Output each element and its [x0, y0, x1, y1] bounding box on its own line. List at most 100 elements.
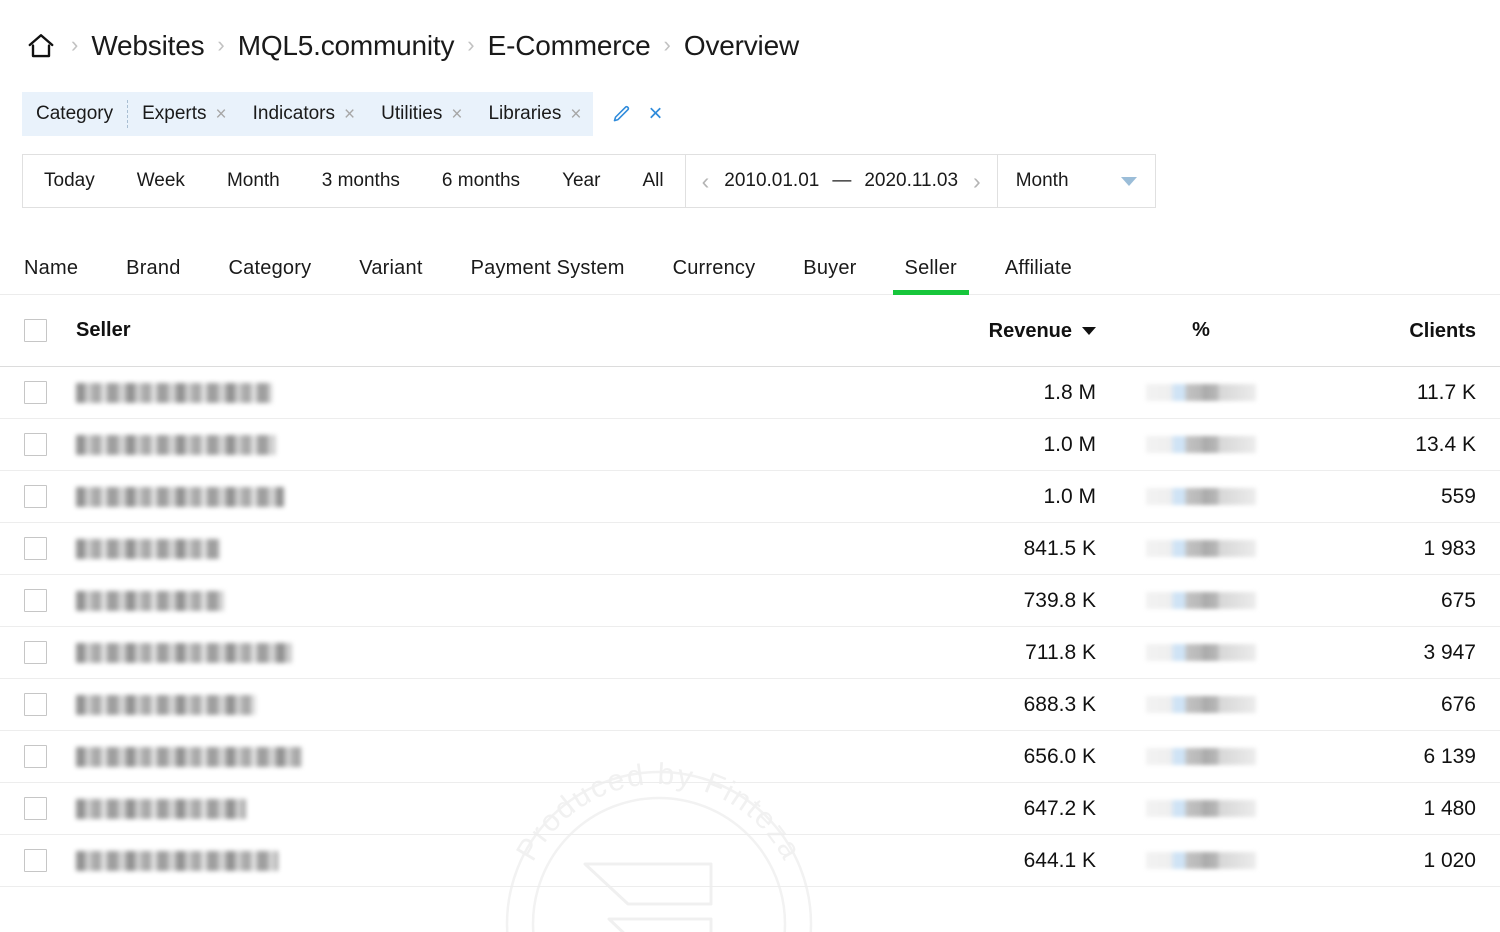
row-revenue-cell: 656.0 K — [826, 745, 1096, 769]
sort-desc-icon[interactable] — [1082, 327, 1096, 335]
date-range-picker[interactable]: ‹ 2010.01.01 — 2020.11.03 › — [685, 155, 997, 207]
filter-chip-libraries[interactable]: Libraries × — [474, 92, 593, 136]
date-range-toolbar: Today Week Month 3 months 6 months Year … — [22, 154, 1156, 208]
filter-chip-utilities[interactable]: Utilities × — [367, 92, 474, 136]
tab-seller[interactable]: Seller — [881, 257, 981, 294]
table-row[interactable]: 1.0 M559 — [0, 471, 1500, 523]
filter-actions: × — [593, 102, 662, 126]
row-seller-cell[interactable] — [76, 591, 826, 611]
header-clients-cell[interactable]: Clients — [1306, 319, 1476, 343]
header-revenue-cell[interactable]: Revenue — [826, 319, 1096, 343]
row-seller-cell[interactable] — [76, 747, 826, 767]
filter-chip-experts[interactable]: Experts × — [128, 92, 239, 136]
tab-affiliate[interactable]: Affiliate — [981, 257, 1096, 294]
row-percent-cell — [1096, 488, 1306, 505]
filter-bar: Category Experts × Indicators × Utilitie… — [22, 92, 662, 136]
next-period-icon[interactable]: › — [971, 170, 983, 193]
header-percent-cell[interactable]: % — [1096, 319, 1306, 342]
row-seller-cell[interactable] — [76, 799, 826, 819]
row-checkbox[interactable] — [24, 433, 47, 456]
row-select-cell — [24, 485, 76, 508]
header-seller-cell[interactable]: Seller — [76, 319, 826, 342]
tab-currency[interactable]: Currency — [649, 257, 780, 294]
prev-period-icon[interactable]: ‹ — [700, 170, 712, 193]
row-select-cell — [24, 381, 76, 404]
chevron-down-icon[interactable] — [1121, 177, 1137, 186]
date-from[interactable]: 2010.01.01 — [724, 170, 819, 192]
row-percent-cell — [1096, 644, 1306, 661]
tab-payment-system[interactable]: Payment System — [447, 257, 649, 294]
table-row[interactable]: 841.5 K1 983 — [0, 523, 1500, 575]
range-year[interactable]: Year — [541, 155, 621, 207]
row-checkbox[interactable] — [24, 589, 47, 612]
table-row[interactable]: 739.8 K675 — [0, 575, 1500, 627]
table-row[interactable]: 656.0 K6 139 — [0, 731, 1500, 783]
row-percent-cell — [1096, 436, 1306, 453]
row-seller-cell[interactable] — [76, 643, 826, 663]
table-row[interactable]: 688.3 K676 — [0, 679, 1500, 731]
row-checkbox[interactable] — [24, 641, 47, 664]
breadcrumb-item-overview[interactable]: Overview — [684, 30, 799, 62]
breadcrumb-item-e-commerce[interactable]: E-Commerce — [488, 30, 651, 62]
range-today[interactable]: Today — [23, 155, 116, 207]
table-row[interactable]: 1.0 M13.4 K — [0, 419, 1500, 471]
percent-value-redacted — [1146, 748, 1256, 765]
row-seller-cell[interactable] — [76, 539, 826, 559]
breadcrumb-item-mql5-community[interactable]: MQL5.community — [238, 30, 455, 62]
select-all-checkbox[interactable] — [24, 319, 47, 342]
date-to[interactable]: 2020.11.03 — [864, 170, 958, 192]
range-6-months[interactable]: 6 months — [421, 155, 541, 207]
row-seller-cell[interactable] — [76, 435, 826, 455]
row-seller-cell[interactable] — [76, 851, 826, 871]
table-row[interactable]: 644.1 K1 020 — [0, 835, 1500, 887]
tab-brand[interactable]: Brand — [102, 257, 204, 294]
range-month[interactable]: Month — [206, 155, 301, 207]
row-seller-cell[interactable] — [76, 383, 826, 403]
row-clients-cell: 1 480 — [1306, 797, 1476, 821]
range-all[interactable]: All — [621, 155, 684, 207]
header-percent-label: % — [1192, 319, 1210, 342]
row-checkbox[interactable] — [24, 693, 47, 716]
row-revenue-cell: 841.5 K — [826, 537, 1096, 561]
tab-category[interactable]: Category — [205, 257, 336, 294]
filter-chip-remove-icon[interactable]: × — [451, 105, 462, 124]
row-seller-cell[interactable] — [76, 695, 826, 715]
breadcrumb-item-websites[interactable]: Websites — [91, 30, 204, 62]
row-seller-cell[interactable] — [76, 487, 826, 507]
header-revenue-sort[interactable]: Revenue — [989, 320, 1096, 343]
range-week[interactable]: Week — [116, 155, 206, 207]
table-row[interactable]: 711.8 K3 947 — [0, 627, 1500, 679]
filter-chip-remove-icon[interactable]: × — [216, 105, 227, 124]
row-clients-cell: 1 020 — [1306, 849, 1476, 873]
granularity-select[interactable]: Month — [997, 155, 1155, 207]
row-select-cell — [24, 797, 76, 820]
row-checkbox[interactable] — [24, 797, 47, 820]
row-checkbox[interactable] — [24, 485, 47, 508]
pencil-icon[interactable] — [611, 104, 632, 125]
tab-variant[interactable]: Variant — [335, 257, 446, 294]
table-row[interactable]: 647.2 K1 480 — [0, 783, 1500, 835]
row-percent-cell — [1096, 748, 1306, 765]
row-checkbox[interactable] — [24, 745, 47, 768]
header-clients-label: Clients — [1409, 320, 1476, 342]
row-checkbox[interactable] — [24, 537, 47, 560]
row-select-cell — [24, 745, 76, 768]
home-icon[interactable] — [24, 29, 58, 63]
tab-name[interactable]: Name — [22, 257, 102, 294]
seller-name-redacted — [76, 383, 272, 403]
filter-chip-remove-icon[interactable]: × — [344, 105, 355, 124]
row-select-cell — [24, 589, 76, 612]
row-checkbox[interactable] — [24, 381, 47, 404]
row-select-cell — [24, 433, 76, 456]
table-row[interactable]: 1.8 M11.7 K — [0, 367, 1500, 419]
seller-name-redacted — [76, 487, 284, 507]
tab-buyer[interactable]: Buyer — [779, 257, 880, 294]
row-clients-cell: 675 — [1306, 589, 1476, 613]
row-checkbox[interactable] — [24, 849, 47, 872]
range-3-months[interactable]: 3 months — [301, 155, 421, 207]
filter-chip-remove-icon[interactable]: × — [570, 105, 581, 124]
filter-close-icon[interactable]: × — [648, 102, 662, 126]
filter-chip-indicators[interactable]: Indicators × — [239, 92, 367, 136]
row-revenue-cell: 1.0 M — [826, 433, 1096, 457]
row-revenue-cell: 1.8 M — [826, 381, 1096, 405]
